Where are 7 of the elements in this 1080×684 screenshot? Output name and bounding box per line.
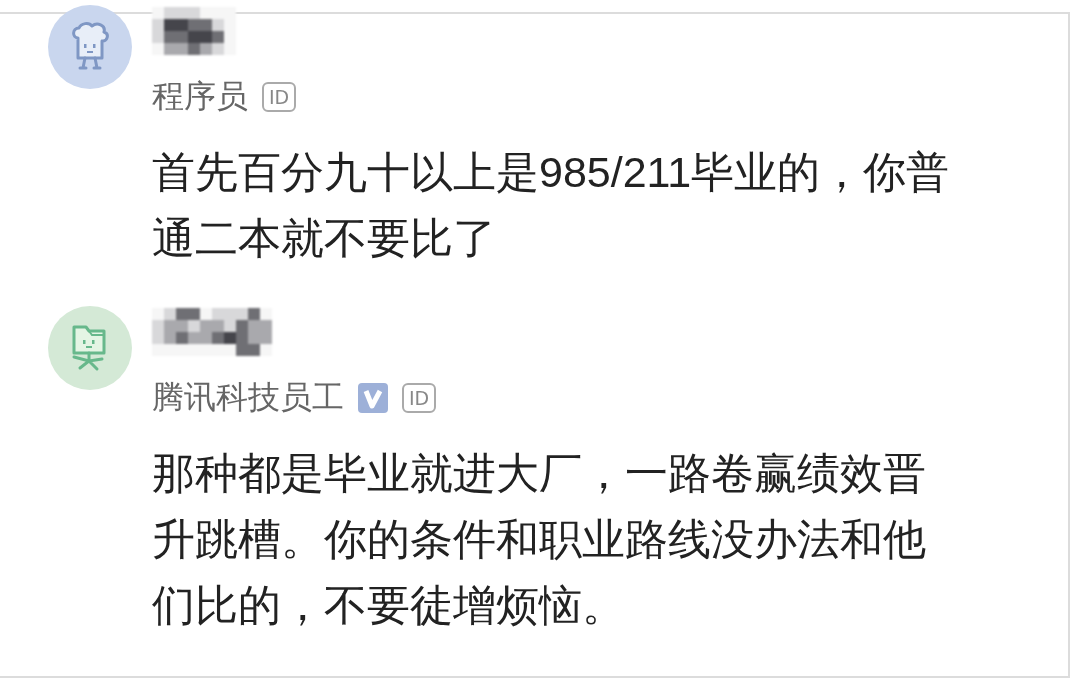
id-badge: ID (262, 82, 297, 112)
user-title: 程序员 (152, 76, 248, 117)
chef-character-icon (70, 22, 110, 72)
user-title: 腾讯科技员工 (152, 377, 344, 418)
comment-text: 那种都是毕业就进大厂，一路卷赢绩效晋升跳槽。你的条件和职业路线没办法和他们比的，不要徒增烦恼。 (152, 448, 927, 631)
id-badge: ID (402, 383, 437, 413)
comment-text: 首先百分九十以上是985/211毕业的，你普通二本就不要比了 (152, 147, 951, 264)
